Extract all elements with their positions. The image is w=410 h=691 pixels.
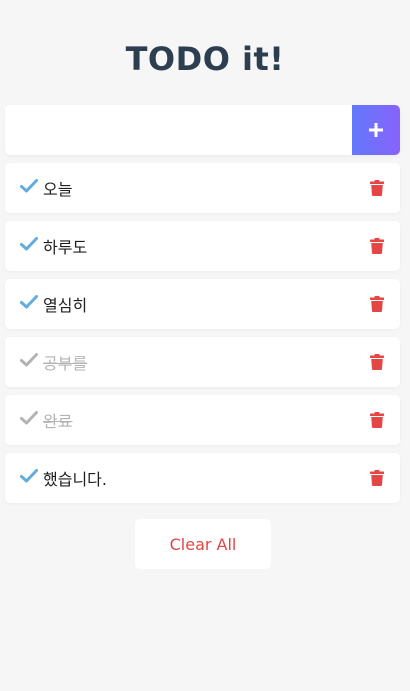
todo-input[interactable] [5,105,352,155]
todo-item: 했습니다. [5,453,400,503]
check-icon[interactable] [19,176,39,196]
clear-all-button[interactable]: Clear All [135,519,271,569]
todo-item-text: 오늘 [43,180,73,199]
trash-icon[interactable] [368,236,386,256]
todo-input-row [5,105,400,155]
plus-icon [369,123,383,137]
todo-list: 오늘 하루도 열심히 공부를 완료 했습니다. [5,163,400,511]
check-icon[interactable] [19,234,39,254]
check-icon[interactable] [19,292,39,312]
check-icon[interactable] [19,466,39,486]
todo-item-text: 했습니다. [43,470,107,489]
todo-item-text: 열심히 [43,296,88,315]
todo-item-text: 공부를 [43,354,88,373]
todo-item-text: 하루도 [43,238,88,257]
trash-icon[interactable] [368,352,386,372]
todo-item: 완료 [5,395,400,445]
todo-item: 하루도 [5,221,400,271]
trash-icon[interactable] [368,178,386,198]
todo-item: 공부를 [5,337,400,387]
trash-icon[interactable] [368,410,386,430]
check-icon[interactable] [19,350,39,370]
trash-icon[interactable] [368,294,386,314]
todo-item-text: 완료 [43,412,73,431]
trash-icon[interactable] [368,468,386,488]
todo-app: TODO it! 오늘 하루도 열심히 공부를 완료 했습니다. Clear A… [0,0,410,691]
check-icon[interactable] [19,408,39,428]
page-title: TODO it! [125,40,285,78]
todo-item: 열심히 [5,279,400,329]
add-todo-button[interactable] [352,105,400,155]
todo-item: 오늘 [5,163,400,213]
